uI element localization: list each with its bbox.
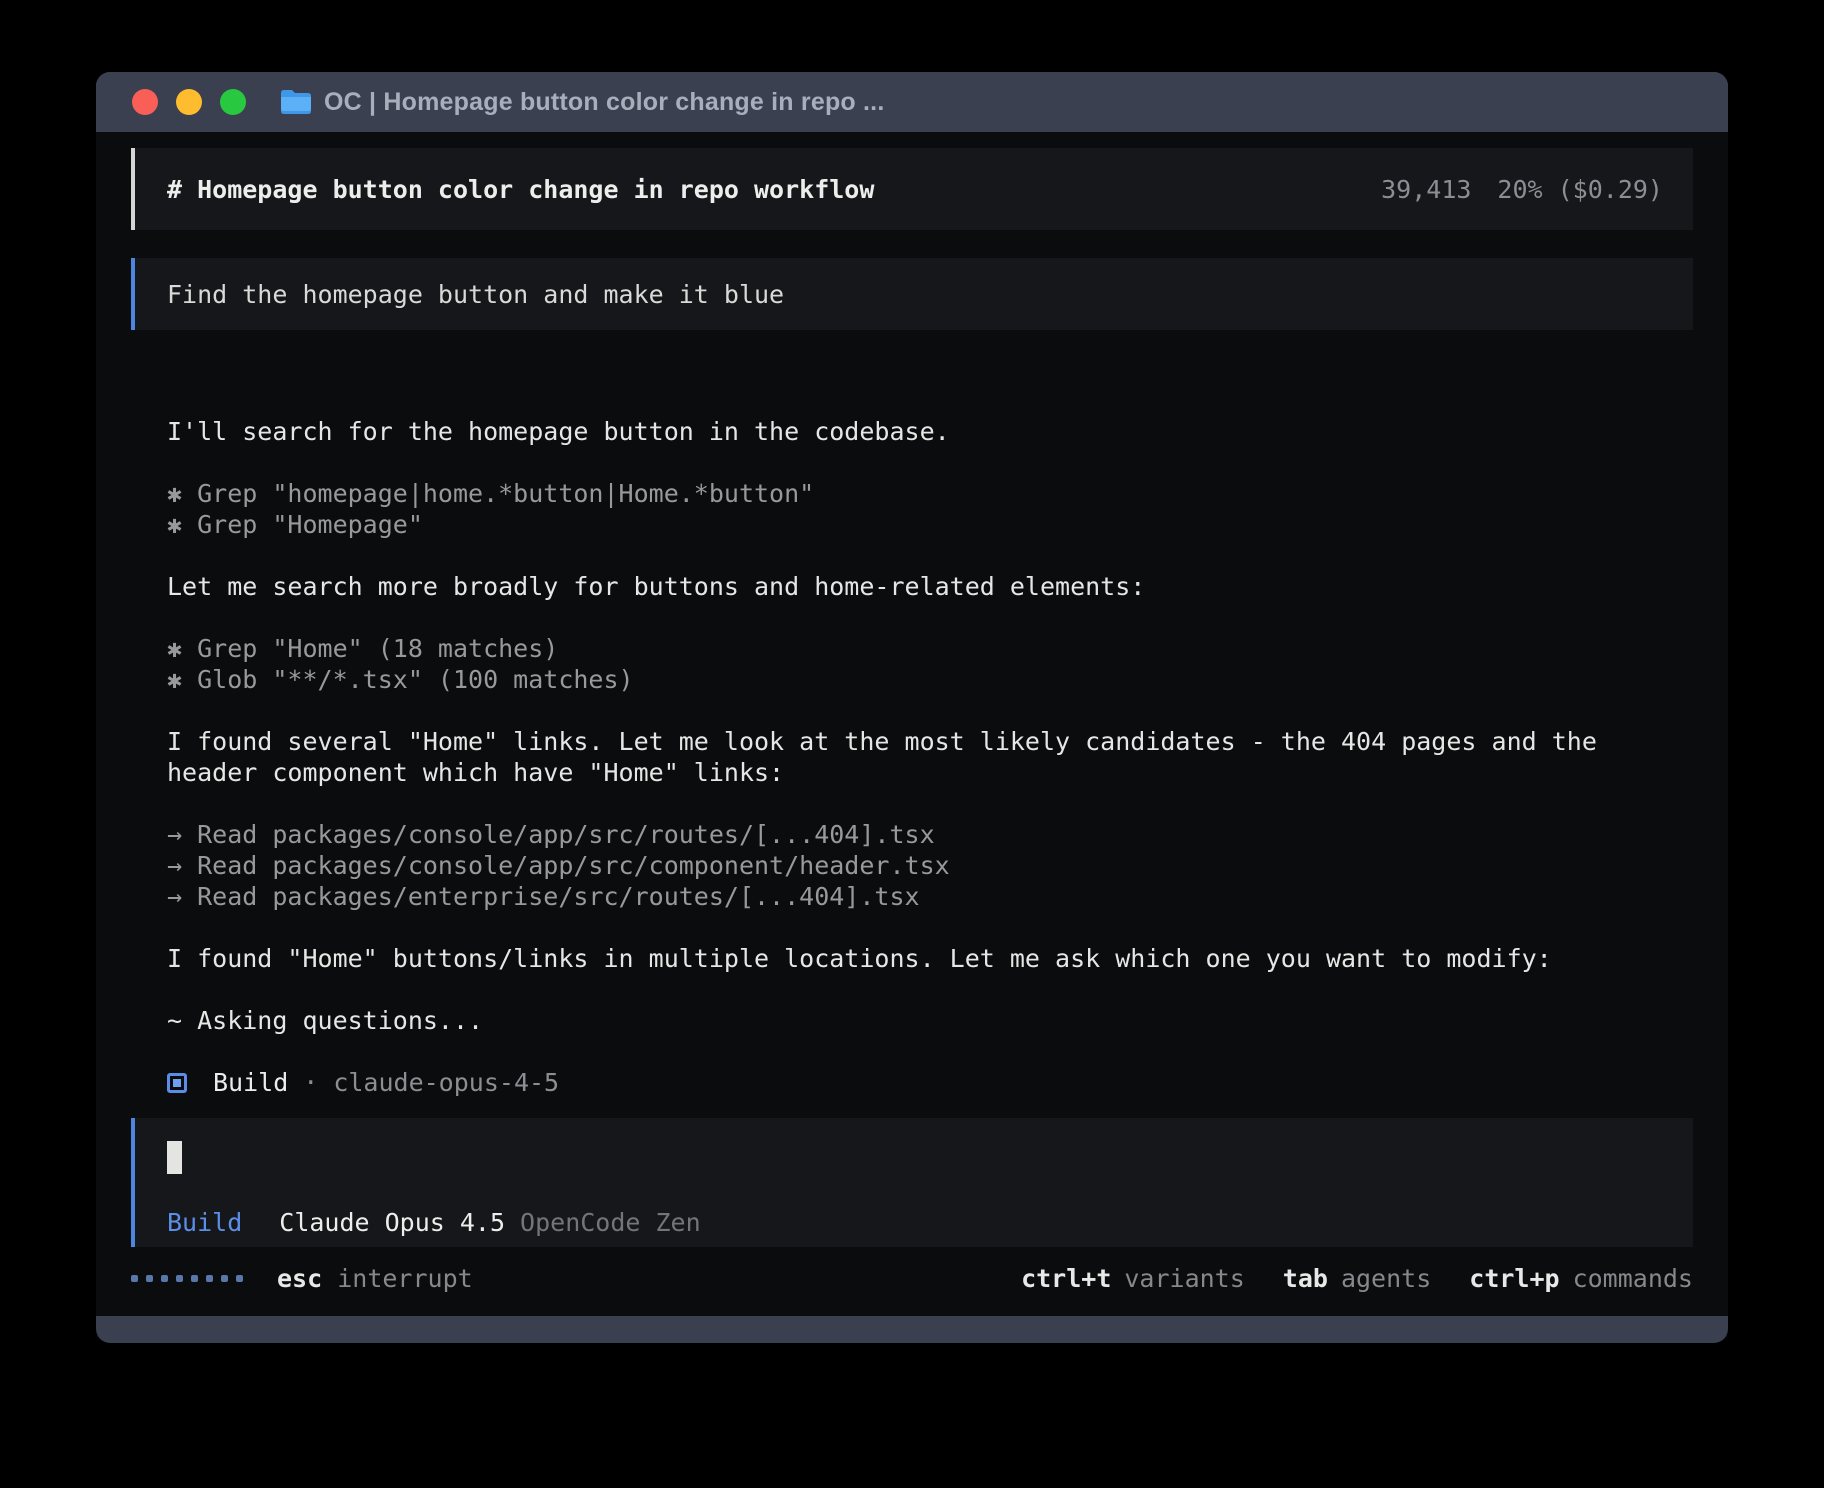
window-title: OC | Homepage button color change in rep… <box>324 88 884 117</box>
mode-label: Build <box>167 1207 242 1238</box>
folder-icon <box>280 89 312 115</box>
hint-agents: tab agents <box>1283 1263 1431 1294</box>
assistant-transcript: I'll search for the homepage button in t… <box>131 416 1693 1098</box>
context-usage-cost: 20% ($0.29) <box>1497 174 1663 205</box>
tool-call-grep: ✱ Grep "Home" (18 matches) <box>167 633 1663 664</box>
tool-call-grep: ✱ Grep "Homepage" <box>167 509 1663 540</box>
model-label: Claude Opus 4.5 <box>279 1207 505 1238</box>
agent-row: Build · claude-opus-4-5 <box>167 1067 1663 1098</box>
session-header: # Homepage button color change in repo w… <box>131 148 1693 230</box>
assistant-paragraph: I found several "Home" links. Let me loo… <box>167 726 1663 788</box>
titlebar: OC | Homepage button color change in rep… <box>96 72 1728 132</box>
status-bar: esc interrupt ctrl+t variants tab agents… <box>131 1263 1693 1294</box>
terminal-window: OC | Homepage button color change in rep… <box>96 72 1728 1343</box>
hint-variants: ctrl+t variants <box>1021 1263 1245 1294</box>
tool-call-read: → Read packages/console/app/src/componen… <box>167 850 1663 881</box>
text-cursor <box>167 1141 182 1174</box>
assistant-paragraph: Let me search more broadly for buttons a… <box>167 571 1663 602</box>
session-stats: 39,413 20% ($0.29) <box>1381 174 1663 205</box>
user-message: Find the homepage button and make it blu… <box>131 258 1693 330</box>
input-footer: Build Claude Opus 4.5 OpenCode Zen <box>167 1207 1661 1238</box>
close-button[interactable] <box>132 89 158 115</box>
assistant-status-line: ~ Asking questions... <box>167 1005 1663 1036</box>
minimize-button[interactable] <box>176 89 202 115</box>
user-message-text: Find the homepage button and make it blu… <box>167 279 784 310</box>
agent-model: claude-opus-4-5 <box>333 1067 559 1098</box>
tool-call-glob: ✱ Glob "**/*.tsx" (100 matches) <box>167 664 1663 695</box>
assistant-paragraph: I'll search for the homepage button in t… <box>167 416 1663 447</box>
agent-separator: · <box>303 1067 318 1098</box>
tool-call-group: → Read packages/console/app/src/routes/[… <box>167 819 1663 912</box>
esc-key: esc <box>277 1264 322 1293</box>
token-count: 39,413 <box>1381 174 1471 205</box>
terminal-content: # Homepage button color change in repo w… <box>96 132 1728 1316</box>
tool-call-group: ✱ Grep "Home" (18 matches) ✱ Glob "**/*.… <box>167 633 1663 695</box>
tool-call-read: → Read packages/console/app/src/routes/[… <box>167 819 1663 850</box>
esc-hint: esc interrupt <box>277 1263 473 1294</box>
keyboard-hints: ctrl+t variants tab agents ctrl+p comman… <box>1021 1263 1693 1294</box>
provider-label: OpenCode Zen <box>520 1207 701 1238</box>
agent-build-icon <box>167 1073 187 1093</box>
prompt-input[interactable]: Build Claude Opus 4.5 OpenCode Zen <box>131 1118 1693 1247</box>
session-title: # Homepage button color change in repo w… <box>167 174 874 205</box>
esc-label: interrupt <box>337 1264 472 1293</box>
tool-call-read: → Read packages/enterprise/src/routes/[.… <box>167 881 1663 912</box>
hint-commands: ctrl+p commands <box>1469 1263 1693 1294</box>
spinner-dots-icon <box>131 1275 243 1282</box>
agent-name: Build <box>213 1067 288 1098</box>
traffic-lights <box>132 89 246 115</box>
assistant-paragraph: I found "Home" buttons/links in multiple… <box>167 943 1663 974</box>
tool-call-grep: ✱ Grep "homepage|home.*button|Home.*butt… <box>167 478 1663 509</box>
tool-call-group: ✱ Grep "homepage|home.*button|Home.*butt… <box>167 478 1663 540</box>
zoom-button[interactable] <box>220 89 246 115</box>
